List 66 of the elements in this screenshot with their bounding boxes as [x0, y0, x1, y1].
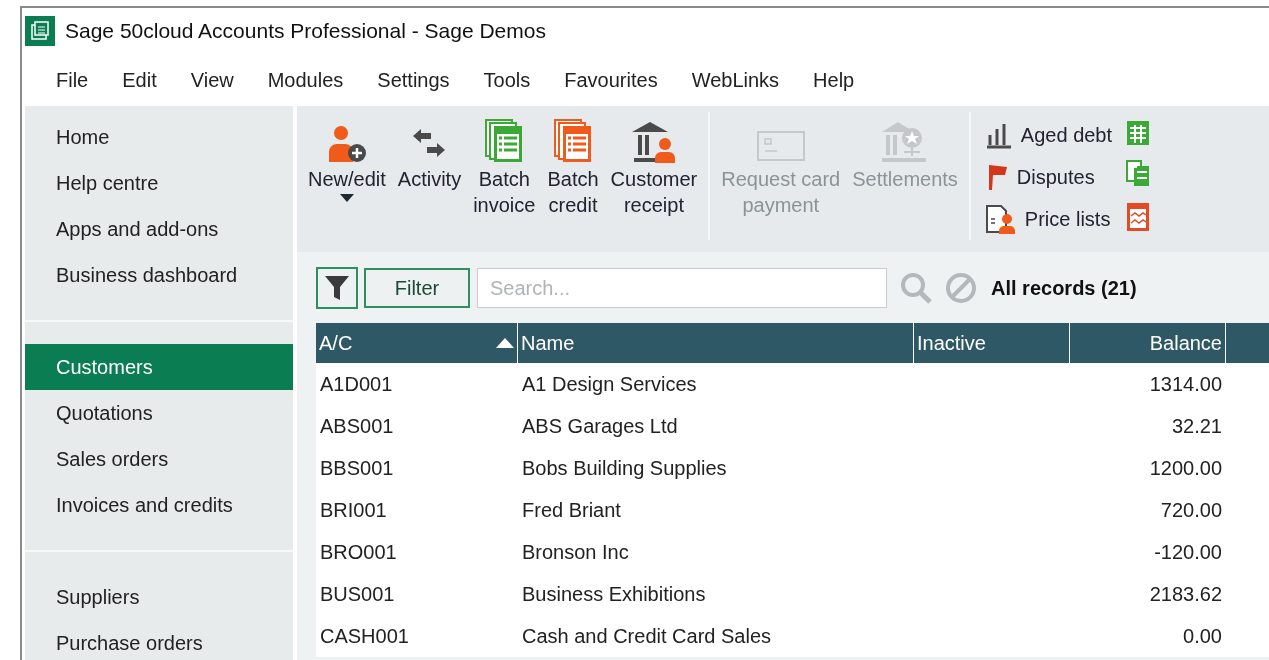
menu-item[interactable]: Modules — [267, 68, 344, 92]
table-cell: 1314.00 — [1070, 363, 1226, 405]
document-list-icon[interactable] — [1126, 160, 1151, 188]
menu-item[interactable]: WebLinks — [691, 68, 780, 92]
caret-icon — [339, 194, 354, 202]
menu-item[interactable]: Edit — [122, 68, 157, 92]
sidebar-item[interactable]: Customers — [25, 344, 293, 390]
record-count: All records (21) — [991, 276, 1137, 300]
table-cell: ABS001 — [316, 405, 518, 447]
table-cell: ABS Garages Ltd — [518, 405, 914, 447]
table-cell: Business Exhibitions — [518, 573, 914, 615]
toolbar-button[interactable]: Activity — [392, 112, 467, 192]
sidebar-item[interactable]: Help centre — [25, 160, 293, 206]
menu-item[interactable]: View — [190, 68, 234, 92]
table-cell: Bronson Inc — [518, 531, 914, 573]
invoice-stack-icon — [484, 118, 525, 164]
toolbar-button[interactable]: Batch credit — [542, 112, 604, 218]
spreadsheet-icon[interactable] — [1126, 120, 1151, 146]
table-cell: CASH001 — [316, 615, 518, 657]
chart-document-icon[interactable] — [1126, 202, 1151, 232]
funnel-icon — [324, 274, 350, 302]
window-title: Sage 50cloud Accounts Professional - Sage Demos — [65, 19, 546, 43]
menu-item[interactable]: Favourites — [564, 68, 658, 92]
toolbar-link[interactable]: Aged debt — [984, 116, 1113, 154]
clear-icon[interactable] — [945, 272, 977, 304]
add-person-icon — [326, 124, 367, 164]
table-cell: 0.00 — [1070, 615, 1226, 657]
table-cell: -120.00 — [1070, 531, 1226, 573]
menu-item[interactable]: Tools — [483, 68, 531, 92]
table-cell: 1200.00 — [1070, 447, 1226, 489]
price-list-icon — [984, 204, 1017, 234]
search-field[interactable]: Search... — [477, 268, 887, 308]
toolbar-button[interactable]: New/edit — [303, 112, 391, 202]
menu-item[interactable]: File — [56, 68, 89, 92]
sidebar-item[interactable]: Home — [25, 114, 293, 160]
sidebar-item[interactable]: Sales orders — [25, 436, 293, 482]
table-cell: BBS001 — [316, 447, 518, 489]
toolbar-link[interactable]: Price lists — [984, 200, 1113, 238]
table-cell: A1 Design Services — [518, 363, 914, 405]
filter-button[interactable]: Filter — [364, 268, 470, 308]
filter-toggle-button[interactable] — [316, 267, 358, 309]
toolbar-button[interactable]: Customer receipt — [605, 112, 703, 218]
app-icon — [25, 16, 55, 46]
table-cell: 32.21 — [1070, 405, 1226, 447]
sidebar-item[interactable]: Invoices and credits — [25, 482, 293, 528]
menu-item[interactable]: Settings — [377, 68, 450, 92]
sidebar-item[interactable]: Quotations — [25, 390, 293, 436]
table-cell: BRO001 — [316, 531, 518, 573]
sidebar-item[interactable]: Business dashboard — [25, 252, 293, 298]
toolbar-button[interactable]: Batch invoice — [468, 112, 541, 218]
sidebar-item[interactable]: Suppliers — [25, 574, 293, 620]
credit-stack-icon — [553, 118, 593, 164]
toolbar-link[interactable]: Disputes — [984, 158, 1113, 196]
table-cell: 720.00 — [1070, 489, 1226, 531]
table-cell: 2183.62 — [1070, 573, 1226, 615]
table-cell: A1D001 — [316, 363, 518, 405]
sidebar-item[interactable]: Apps and add-ons — [25, 206, 293, 252]
table-cell: Fred Briant — [518, 489, 914, 531]
sidebar-item[interactable]: Purchase orders — [25, 620, 293, 660]
search-icon[interactable] — [899, 271, 933, 305]
table-cell: BUS001 — [316, 573, 518, 615]
menu-item[interactable]: Help — [813, 68, 855, 92]
table-cell: Cash and Credit Card Sales — [518, 615, 914, 657]
table-cell: BRI001 — [316, 489, 518, 531]
table-cell: Bobs Building Supplies — [518, 447, 914, 489]
bar-chart-icon — [984, 121, 1013, 149]
